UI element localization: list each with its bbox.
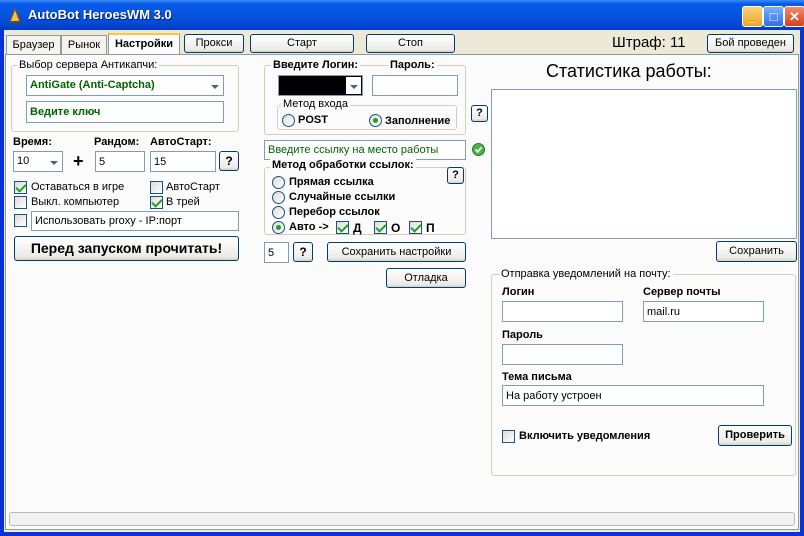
tab-market[interactable]: Рынок — [61, 35, 107, 55]
stats-save-button[interactable]: Сохранить — [716, 241, 797, 262]
penalty-label: Штраф: 11 — [612, 34, 686, 51]
email-server-label: Сервер почты — [643, 286, 721, 298]
login-select[interactable] — [278, 75, 363, 96]
settings-panel: Выбор сервера Антикапчи: AntiGate (Anti-… — [5, 54, 799, 530]
password-input[interactable] — [372, 75, 458, 96]
email-check-button[interactable]: Проверить — [718, 425, 792, 446]
p-label: П — [426, 221, 435, 235]
debug-button[interactable]: Отладка — [386, 268, 466, 288]
login-label: Введите Логин: — [271, 59, 361, 71]
maximize-icon: □ — [769, 9, 778, 24]
login-method-legend: Метод входа — [281, 98, 350, 110]
direct-link-radio[interactable] — [272, 176, 285, 189]
post-radio[interactable] — [282, 114, 295, 127]
random-input[interactable]: 5 — [95, 151, 145, 172]
title-bar[interactable]: AutoBot HeroesWM 3.0 _ □ ✕ — [0, 0, 804, 30]
window-client-area: Браузер Рынок Настройки Прокси Старт Сто… — [4, 30, 800, 532]
stay-in-game-label: Оставаться в игре — [31, 181, 125, 193]
random-links-radio[interactable] — [272, 191, 285, 204]
email-subject-label: Тема письма — [502, 371, 572, 383]
tab-settings[interactable]: Настройки — [108, 33, 180, 55]
email-login-input[interactable] — [502, 301, 623, 322]
random-label: Рандом: — [94, 136, 140, 148]
autostart-time-label: АвтоСтарт: — [150, 136, 212, 148]
email-server-input[interactable]: mail.ru — [643, 301, 764, 322]
close-icon: ✕ — [789, 9, 800, 24]
use-proxy-checkbox[interactable] — [14, 214, 27, 227]
p-checkbox[interactable] — [409, 221, 422, 234]
start-button[interactable]: Старт — [250, 34, 354, 53]
auto-label: Авто -> — [289, 221, 329, 233]
email-legend: Отправка уведомлений на почту: — [499, 268, 673, 280]
enumerate-links-label: Перебор ссылок — [289, 206, 380, 218]
timing-help-button[interactable]: ? — [219, 151, 239, 171]
password-label: Пароль: — [388, 59, 437, 71]
email-subject-input[interactable]: На работу устроен — [502, 385, 764, 406]
time-select[interactable]: 10 — [13, 151, 63, 172]
to-tray-label: В трей — [166, 196, 200, 208]
post-label: POST — [298, 114, 328, 126]
save-settings-button[interactable]: Сохранить настройки — [327, 242, 466, 262]
email-login-label: Логин — [502, 286, 535, 298]
stats-title: Статистика работы: — [546, 61, 712, 81]
minimize-button[interactable]: _ — [742, 6, 763, 27]
stats-textarea[interactable] — [491, 89, 797, 239]
time-label: Время: — [13, 136, 52, 148]
link-method-help-button[interactable]: ? — [447, 167, 464, 184]
email-password-label: Пароль — [502, 329, 543, 341]
chevron-down-icon — [346, 77, 361, 94]
app-window: AutoBot HeroesWM 3.0 _ □ ✕ Браузер Рынок… — [0, 0, 804, 536]
fight-done-button[interactable]: Бой проведен — [707, 34, 794, 53]
shutdown-label: Выкл. компьютер — [31, 196, 120, 208]
window-title: AutoBot HeroesWM 3.0 — [28, 7, 172, 22]
work-link-input[interactable]: Введите ссылку на место работы — [264, 140, 466, 160]
captcha-key-input[interactable]: Ведите ключ — [26, 101, 224, 123]
chevron-down-icon — [46, 153, 61, 170]
app-icon — [9, 7, 21, 23]
d-checkbox[interactable] — [336, 221, 349, 234]
enable-notifications-checkbox[interactable] — [502, 430, 515, 443]
plus-icon: + — [73, 151, 84, 171]
login-help-button[interactable]: ? — [471, 105, 488, 122]
proxy-input[interactable]: Использовать proxy - IP:порт — [31, 211, 239, 231]
captcha-server-select[interactable]: AntiGate (Anti-Captcha) — [26, 75, 224, 96]
close-button[interactable]: ✕ — [784, 6, 804, 27]
to-tray-checkbox[interactable] — [150, 196, 163, 209]
proxy-button[interactable]: Прокси — [184, 34, 244, 53]
captcha-server-value: AntiGate (Anti-Captcha) — [30, 79, 155, 91]
fill-radio[interactable] — [369, 114, 382, 127]
time-value: 10 — [17, 155, 30, 167]
direct-link-label: Прямая ссылка — [289, 176, 374, 188]
d-label: Д — [353, 221, 362, 235]
shutdown-checkbox[interactable] — [14, 196, 27, 209]
count-input[interactable]: 5 — [264, 242, 289, 263]
autostart-label: АвтоСтарт — [166, 181, 220, 193]
stay-in-game-checkbox[interactable] — [14, 181, 27, 194]
check-icon — [472, 143, 485, 156]
captcha-legend: Выбор сервера Антикапчи: — [17, 59, 160, 71]
minimize-icon: _ — [748, 9, 757, 24]
autostart-checkbox[interactable] — [150, 181, 163, 194]
enable-notifications-label: Включить уведомления — [519, 430, 651, 442]
chevron-down-icon — [207, 77, 222, 94]
link-method-legend: Метод обработки ссылок: — [270, 159, 416, 171]
fill-label: Заполнение — [385, 115, 451, 127]
o-checkbox[interactable] — [374, 221, 387, 234]
read-before-start-button[interactable]: Перед запуском прочитать! — [14, 236, 239, 261]
autostart-time-input[interactable]: 15 — [150, 151, 216, 172]
o-label: О — [391, 221, 401, 235]
tab-browser[interactable]: Браузер — [6, 35, 61, 55]
stop-button[interactable]: Стоп — [366, 34, 455, 53]
auto-radio[interactable] — [272, 221, 285, 234]
progress-bar — [9, 512, 795, 526]
enumerate-links-radio[interactable] — [272, 206, 285, 219]
random-links-label: Случайные ссылки — [289, 191, 396, 203]
maximize-button[interactable]: □ — [763, 6, 784, 27]
email-password-input[interactable] — [502, 344, 623, 365]
save-help-button[interactable]: ? — [293, 242, 313, 262]
